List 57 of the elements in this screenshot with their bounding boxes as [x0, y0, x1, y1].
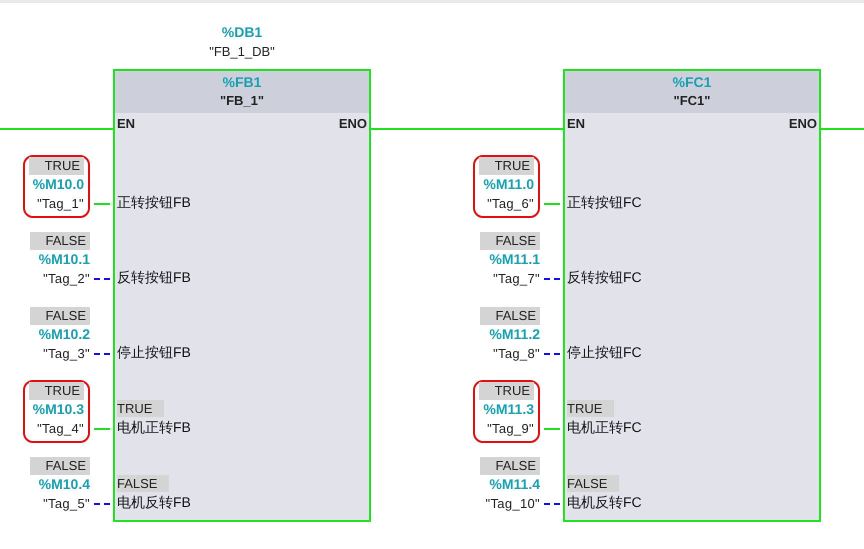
power-rail-wire	[821, 128, 864, 130]
param-value-label: TRUE	[117, 400, 164, 417]
eno-label: ENO	[338, 115, 367, 134]
en-label: EN	[117, 115, 136, 134]
block-name: "FB_1"	[220, 92, 264, 110]
value-label: FALSE	[30, 232, 90, 250]
instance-db-address: %DB1	[222, 23, 262, 42]
tag-name: "Tag_9"	[487, 420, 534, 438]
function-block[interactable]: %FB1 "FB_1" EN ENO 正转按钮FB 反转按钮FB 停止按钮FB TRUE 电机正转FB FALSE 电机反转FB	[113, 69, 371, 522]
parameter-label: 正转按钮FC	[567, 193, 642, 212]
tag-name: "Tag_7"	[493, 270, 540, 288]
eno-label: ENO	[788, 115, 817, 134]
block-address: %FB1	[222, 73, 262, 91]
value-label: FALSE	[30, 457, 90, 475]
operand-address: %M10.2	[38, 325, 90, 344]
function-block[interactable]: %FC1 "FC1" EN ENO 正转按钮FC 反转按钮FC 停止按钮FC TRUE 电机正转FC FALSE 电机反转FC	[563, 69, 821, 522]
value-label: TRUE	[478, 157, 534, 175]
operand-address: %M11.4	[489, 475, 540, 494]
value-label: FALSE	[480, 307, 540, 325]
param-value-label: FALSE	[567, 475, 620, 492]
operand-address: %M10.3	[32, 400, 84, 419]
parameter-label: 电机反转FC	[567, 493, 642, 512]
operand-address: %M11.2	[489, 325, 540, 344]
value-label: TRUE	[478, 382, 534, 400]
parameter-label: 反转按钮FB	[117, 268, 191, 287]
parameter-label: 停止按钮FB	[117, 343, 191, 362]
block-address: %FC1	[672, 73, 712, 91]
tag-name: "Tag_2"	[43, 270, 90, 288]
tag-name: "Tag_3"	[43, 345, 90, 363]
tag-name: "Tag_1"	[37, 195, 84, 213]
parameter-label: 反转按钮FC	[567, 268, 642, 287]
tag-name: "Tag_10"	[486, 495, 540, 513]
operand-address: %M11.1	[489, 250, 540, 269]
block-name: "FC1"	[674, 92, 710, 110]
en-label: EN	[567, 115, 586, 134]
tag-name: "Tag_6"	[487, 195, 534, 213]
operand-address: %M11.3	[483, 400, 534, 419]
value-label: TRUE	[28, 382, 84, 400]
param-value-label: TRUE	[567, 400, 614, 417]
parameter-label: 电机正转FB	[117, 418, 191, 437]
param-value-label: FALSE	[117, 475, 170, 492]
operand-address: %M10.1	[38, 250, 90, 269]
operand-address: %M11.0	[483, 175, 534, 194]
instance-db-name: "FB_1_DB"	[209, 43, 275, 61]
parameter-label: 停止按钮FC	[567, 343, 642, 362]
parameter-label: 电机反转FB	[117, 493, 191, 512]
value-label: TRUE	[28, 157, 84, 175]
tag-name: "Tag_5"	[43, 495, 90, 513]
tag-name: "Tag_8"	[493, 345, 540, 363]
tag-name: "Tag_4"	[37, 420, 84, 438]
parameter-label: 正转按钮FB	[117, 193, 191, 212]
parameter-label: 电机正转FC	[567, 418, 642, 437]
operand-address: %M10.4	[38, 475, 90, 494]
value-label: FALSE	[30, 307, 90, 325]
value-label: FALSE	[480, 232, 540, 250]
operand-address: %M10.0	[32, 175, 84, 194]
value-label: FALSE	[480, 457, 540, 475]
